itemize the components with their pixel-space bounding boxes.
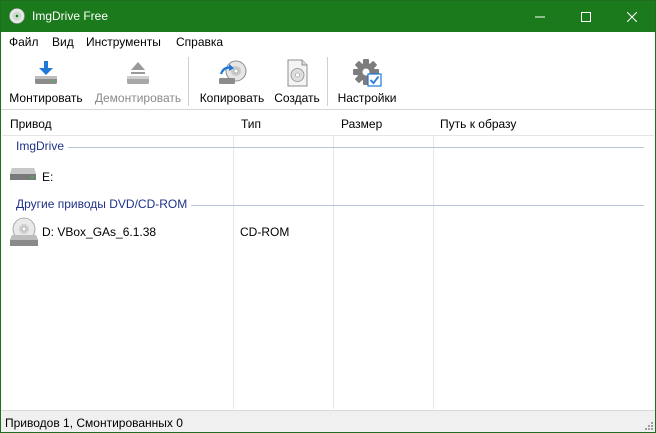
copy-disc-icon (219, 60, 247, 84)
gear-icon (353, 59, 382, 87)
hard-drive-icon (10, 168, 36, 180)
drive-type: CD-ROM (240, 225, 290, 239)
disc-app-icon (9, 8, 25, 24)
mount-label: Монтировать (9, 91, 83, 105)
drives-list[interactable]: Привод Тип Размер Путь к образу ImgDrive… (2, 111, 654, 409)
group-divider (16, 147, 644, 148)
unmount-button[interactable]: Демонтировать (92, 52, 184, 110)
column-header-type[interactable]: Тип (241, 117, 261, 131)
toolbar-separator (327, 57, 328, 106)
copy-label: Копировать (199, 91, 265, 105)
menu-file[interactable]: Файл (9, 35, 39, 49)
group-label: Другие приводы DVD/CD-ROM (16, 197, 192, 211)
status-text: Приводов 1, Смонтированных 0 (5, 416, 183, 430)
create-label: Создать (274, 91, 320, 105)
mount-button[interactable]: Монтировать (7, 52, 85, 110)
column-header-path[interactable]: Путь к образу (440, 117, 516, 131)
create-image-icon (287, 59, 308, 87)
copy-button[interactable]: Копировать (197, 52, 267, 110)
close-icon (627, 11, 637, 22)
menu-view[interactable]: Вид (52, 35, 74, 49)
drive-name: D: VBox_GAs_6.1.38 (42, 225, 157, 239)
window-title: ImgDrive Free (32, 9, 109, 23)
unmount-label: Демонтировать (94, 91, 182, 105)
title-bar[interactable]: ImgDrive Free (1, 1, 655, 32)
menu-bar: Файл Вид Инструменты Справка (1, 32, 655, 52)
group-header-imgdrive[interactable]: ImgDrive (16, 139, 644, 155)
column-divider (233, 111, 234, 409)
status-bar: Приводов 1, Смонтированных 0 (1, 410, 655, 432)
column-header-drive[interactable]: Привод (10, 117, 52, 131)
mount-icon (35, 61, 57, 84)
column-divider (433, 111, 434, 409)
maximize-icon (581, 11, 591, 22)
cd-drive-icon (10, 217, 38, 246)
list-header: Привод Тип Размер Путь к образу (2, 111, 654, 136)
toolbar-separator (188, 57, 189, 106)
close-button[interactable] (609, 1, 655, 32)
create-button[interactable]: Создать (273, 52, 321, 110)
app-window: ImgDrive Free Файл Вид Инструменты Справ… (0, 0, 656, 433)
maximize-button[interactable] (563, 1, 609, 32)
eject-icon (127, 62, 149, 84)
minimize-button[interactable] (517, 1, 563, 32)
list-item[interactable]: E: (2, 163, 654, 187)
resize-grip-icon[interactable] (643, 420, 653, 430)
menu-tools[interactable]: Инструменты (86, 35, 161, 49)
group-label: ImgDrive (16, 139, 69, 153)
minimize-icon (535, 16, 545, 17)
settings-button[interactable]: Настройки (336, 52, 398, 110)
drive-name: E: (42, 170, 54, 184)
menu-help[interactable]: Справка (176, 35, 223, 49)
group-header-dvd[interactable]: Другие приводы DVD/CD-ROM (16, 197, 644, 213)
column-header-size[interactable]: Размер (341, 117, 382, 131)
toolbar: Монтировать Демонтировать Копировать Соз… (1, 52, 655, 110)
list-item[interactable]: D: VBox_GAs_6.1.38 CD-ROM (2, 217, 654, 249)
settings-label: Настройки (337, 91, 397, 105)
column-divider (333, 111, 334, 409)
